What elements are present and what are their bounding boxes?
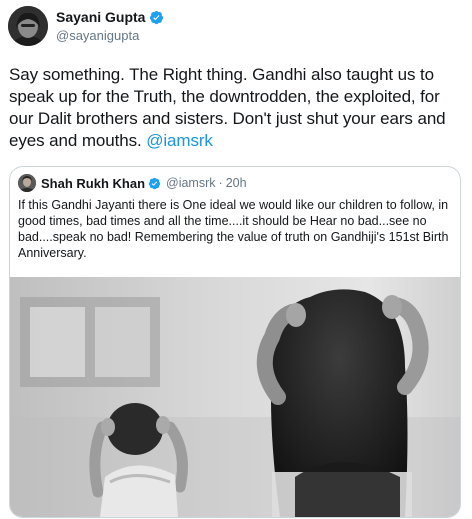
quoted-author-name[interactable]: Shah Rukh Khan — [41, 176, 145, 191]
quoted-tweet[interactable]: Shah Rukh Khan @iamsrk · 20h If this Gan… — [9, 166, 461, 518]
tweet-text: Say something. The Right thing. Gandhi a… — [9, 64, 464, 152]
quoted-timestamp[interactable]: 20h — [226, 176, 247, 190]
author-name[interactable]: Sayani Gupta — [56, 9, 145, 25]
verified-badge-icon — [150, 10, 164, 24]
author-avatar[interactable] — [8, 6, 48, 46]
quoted-tweet-text: If this Gandhi Jayanti there is One idea… — [18, 198, 449, 260]
tweet-card: Sayani Gupta @sayanigupta Say something.… — [0, 0, 472, 519]
quoted-tweet-photo[interactable] — [10, 277, 460, 517]
mention-link[interactable]: @iamsrk — [146, 131, 213, 150]
author-handle[interactable]: @sayanigupta — [56, 28, 139, 43]
quoted-tweet-header: Shah Rukh Khan @iamsrk · 20h — [18, 174, 247, 192]
quoted-verified-badge-icon — [148, 177, 161, 189]
quoted-separator: · — [218, 176, 223, 190]
author-name-row[interactable]: Sayani Gupta — [56, 9, 164, 25]
quoted-author-handle[interactable]: @iamsrk — [166, 176, 216, 190]
tweet-text-content: Say something. The Right thing. Gandhi a… — [9, 65, 446, 150]
quoted-author-avatar — [18, 174, 36, 192]
